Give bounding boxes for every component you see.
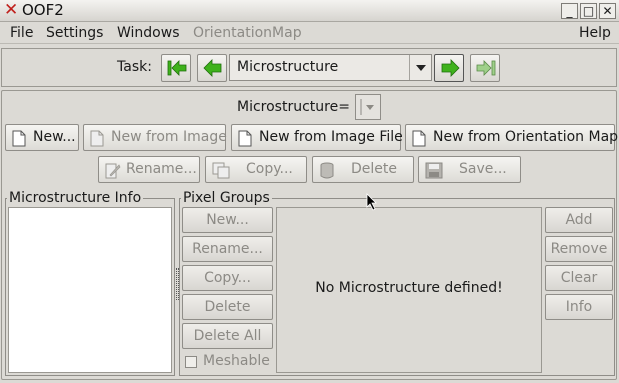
save-icon [425,162,443,179]
rename-label: Rename... [126,161,197,177]
delete-group-button[interactable]: Delete [182,294,273,320]
first-arrow-icon [167,60,187,76]
clear-group-button[interactable]: Clear [545,265,613,291]
microstructure-info-title: Microstructure Info [7,190,144,206]
menu-help[interactable]: Help [579,24,611,42]
new-from-orientation-map-button[interactable]: New from Orientation Map [405,124,619,151]
copy-label: Copy... [246,161,293,177]
delete-microstructure-button[interactable]: Delete [312,156,414,183]
edit-icon [105,163,121,179]
new-from-image-file-label: New from Image File [259,129,403,145]
left-arrow-icon [203,59,222,77]
app-logo-icon: ✕ [4,0,19,20]
delete-all-groups-button[interactable]: Delete All [182,323,273,349]
rename-microstructure-button[interactable]: Rename... [98,156,200,183]
microstructure-selector-label: Microstructure= [237,99,350,115]
window-title: OOF2 [22,1,64,19]
pixel-groups-title: Pixel Groups [181,190,272,206]
group-info-button[interactable]: Info [545,294,613,320]
copy-group-button[interactable]: Copy... [182,265,273,291]
right-arrow-icon [441,59,460,77]
document-icon [238,130,252,147]
mouse-cursor-icon [366,193,377,211]
new-from-orientation-map-label: New from Orientation Map [433,129,619,145]
meshable-label: Meshable [203,353,270,369]
copy-microstructure-button[interactable]: Copy... [205,156,307,183]
microstructure-info-text [8,207,172,373]
document-icon [12,130,26,147]
task-select-value: Microstructure [237,59,339,75]
add-pixels-button[interactable]: Add [545,207,613,233]
document-icon [90,130,104,147]
last-task-button[interactable] [470,54,500,82]
meshable-checkbox[interactable] [185,356,197,368]
previous-task-button[interactable] [197,54,227,82]
minimize-button[interactable]: _ [561,3,578,19]
new-group-button[interactable]: New... [182,207,273,233]
rename-group-button[interactable]: Rename... [182,236,273,262]
title-bar [0,0,619,22]
menu-windows[interactable]: Windows [117,24,180,42]
menu-file[interactable]: File [10,24,33,42]
chevron-down-icon [360,99,374,115]
task-label: Task: [117,59,152,75]
save-microstructure-button[interactable]: Save... [418,156,521,183]
next-task-button[interactable] [434,54,464,82]
first-task-button[interactable] [161,54,191,82]
menu-orientationmap[interactable]: OrientationMap [193,24,302,42]
close-button[interactable]: ✕ [599,3,616,19]
new-from-image-button[interactable]: New from Image [83,124,227,151]
menu-settings[interactable]: Settings [46,24,103,42]
last-arrow-icon [476,60,496,76]
maximize-button[interactable]: □ [580,3,597,19]
trash-icon [320,162,334,179]
new-from-image-label: New from Image [111,129,227,145]
new-button-label: New... [33,129,76,145]
pixel-group-list: No Microstructure defined! [276,207,542,373]
new-from-image-file-button[interactable]: New from Image File [231,124,403,151]
remove-pixels-button[interactable]: Remove [545,236,613,262]
delete-label: Delete [351,161,397,177]
no-microstructure-message: No Microstructure defined! [315,280,503,296]
copy-icon [212,162,230,179]
microstructure-selector[interactable] [355,94,381,120]
task-select[interactable]: Microstructure [229,54,432,81]
chevron-down-icon [409,55,431,80]
document-icon [412,130,426,147]
new-microstructure-button[interactable]: New... [5,124,79,151]
save-label: Save... [459,161,507,177]
